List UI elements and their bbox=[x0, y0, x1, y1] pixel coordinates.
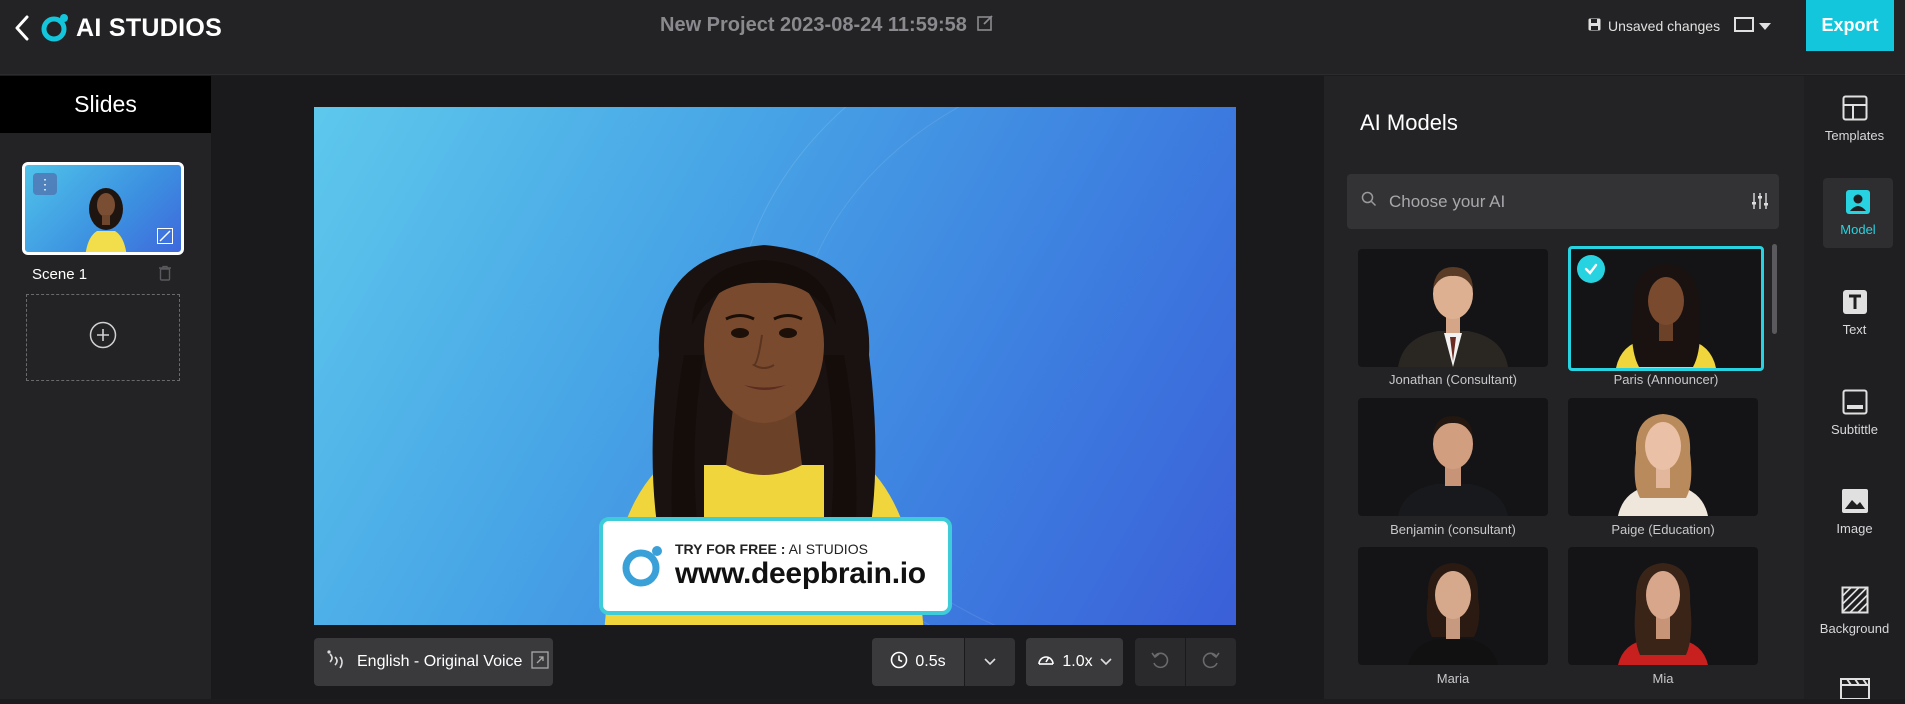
model-thumbnail bbox=[1618, 563, 1708, 665]
model-thumbnail bbox=[1618, 414, 1708, 516]
clock-icon bbox=[890, 651, 908, 674]
checkmark-icon bbox=[1577, 255, 1605, 283]
scene-label: Scene 1 bbox=[32, 266, 88, 283]
text-icon bbox=[1842, 289, 1868, 318]
rail-label: Image bbox=[1836, 521, 1873, 536]
rail-model[interactable]: Model bbox=[1823, 178, 1893, 248]
model-thumbnail bbox=[1398, 267, 1508, 367]
ai-models-panel: AI Models Jonathan (Consultant) bbox=[1324, 76, 1804, 699]
save-icon bbox=[1588, 18, 1601, 34]
canvas-area: TRY FOR FREE : AI STUDIOS www.deepbrain.… bbox=[211, 76, 1324, 699]
rail-templates[interactable]: Templates bbox=[1804, 84, 1905, 154]
app-logo[interactable]: AI STUDIOS bbox=[40, 11, 222, 45]
pause-duration-button[interactable]: 0.5s bbox=[872, 638, 964, 686]
plus-circle-icon bbox=[89, 321, 117, 354]
logo-mark-icon bbox=[40, 13, 70, 43]
undo-icon bbox=[1150, 650, 1170, 675]
export-button[interactable]: Export bbox=[1806, 0, 1894, 51]
external-link-icon bbox=[531, 650, 550, 674]
subtitle-icon bbox=[1842, 389, 1868, 418]
rail-label: Templates bbox=[1824, 128, 1885, 143]
model-card-selected[interactable] bbox=[1568, 246, 1764, 371]
pause-label: 0.5s bbox=[915, 653, 946, 670]
model-card[interactable] bbox=[1568, 398, 1758, 516]
rail-label: Background bbox=[1819, 621, 1890, 636]
project-title-text: New Project 2023-08-24 11:59:58 bbox=[660, 14, 967, 36]
model-thumbnail bbox=[1398, 416, 1508, 516]
screen-ratio-icon bbox=[1734, 17, 1754, 37]
redo-icon bbox=[1201, 650, 1221, 675]
promo-banner[interactable]: TRY FOR FREE : AI STUDIOS www.deepbrain.… bbox=[599, 517, 952, 615]
redo-button[interactable] bbox=[1186, 638, 1236, 686]
undo-button[interactable] bbox=[1135, 638, 1185, 686]
chevron-down-icon bbox=[984, 653, 996, 671]
edit-title-icon[interactable] bbox=[977, 14, 994, 37]
rail-text[interactable]: Text bbox=[1804, 278, 1905, 348]
speed-select-button[interactable]: 1.0x bbox=[1026, 638, 1123, 686]
model-name: Jonathan (Consultant) bbox=[1389, 372, 1517, 387]
chevron-down-icon bbox=[1100, 653, 1112, 671]
panel-title: AI Models bbox=[1360, 110, 1458, 135]
rail-label: Model bbox=[1840, 222, 1876, 237]
search-input[interactable] bbox=[1389, 191, 1719, 212]
model-card[interactable] bbox=[1358, 398, 1548, 516]
rail-subtitle[interactable]: Subtittle bbox=[1804, 378, 1905, 448]
model-card[interactable] bbox=[1358, 547, 1548, 665]
back-arrow-icon[interactable] bbox=[8, 14, 36, 42]
model-card[interactable] bbox=[1358, 249, 1548, 367]
model-name: Benjamin (consultant) bbox=[1390, 522, 1516, 537]
chevron-down-icon bbox=[1759, 18, 1771, 36]
top-bar: AI STUDIOS New Project 2023-08-24 11:59:… bbox=[0, 0, 1905, 75]
banner-brand-label: AI STUDIOS bbox=[788, 541, 868, 557]
image-icon bbox=[1841, 488, 1869, 517]
rail-image[interactable]: Image bbox=[1804, 477, 1905, 547]
tool-rail: Templates Model Text Subtittle Image Bac… bbox=[1804, 76, 1905, 700]
add-slide-button[interactable] bbox=[26, 294, 180, 381]
model-icon bbox=[1845, 189, 1871, 218]
background-icon bbox=[1841, 586, 1869, 617]
banner-url: www.deepbrain.io bbox=[675, 557, 926, 590]
model-thumbnail bbox=[1408, 563, 1498, 665]
save-status[interactable]: Unsaved changes bbox=[1588, 18, 1720, 34]
templates-icon bbox=[1842, 95, 1868, 124]
project-title[interactable]: New Project 2023-08-24 11:59:58 bbox=[660, 14, 994, 37]
slide-edit-icon[interactable] bbox=[157, 228, 173, 244]
pause-dropdown[interactable] bbox=[965, 638, 1015, 686]
banner-logo-icon bbox=[621, 544, 665, 588]
slide-thumbnail[interactable]: ⋮ bbox=[22, 162, 184, 255]
speedometer-icon bbox=[1037, 651, 1055, 674]
model-name: Paris (Announcer) bbox=[1613, 372, 1719, 387]
trash-icon[interactable] bbox=[158, 265, 174, 283]
voice-label: English - Original Voice bbox=[357, 653, 523, 670]
search-icon bbox=[1361, 191, 1377, 212]
slide-menu-icon[interactable]: ⋮ bbox=[33, 173, 57, 195]
view-toggle[interactable] bbox=[1734, 17, 1771, 37]
banner-try-label: TRY FOR FREE : bbox=[675, 541, 786, 557]
model-search[interactable] bbox=[1347, 174, 1779, 229]
rail-label: Text bbox=[1842, 322, 1867, 337]
model-name: Paige (Education) bbox=[1611, 522, 1715, 537]
logo-text: AI STUDIOS bbox=[76, 13, 223, 42]
rail-label: Subtittle bbox=[1831, 422, 1878, 437]
voice-icon bbox=[326, 649, 348, 676]
model-card[interactable] bbox=[1568, 547, 1758, 665]
rail-background[interactable]: Background bbox=[1804, 576, 1905, 646]
model-name: Maria bbox=[1436, 671, 1470, 686]
voice-select-button[interactable]: English - Original Voice bbox=[314, 638, 553, 686]
slides-title: Slides bbox=[0, 76, 211, 133]
speed-label: 1.0x bbox=[1062, 653, 1093, 670]
filter-icon[interactable] bbox=[1751, 192, 1769, 215]
scrollbar[interactable] bbox=[1772, 244, 1777, 334]
model-name: Mia bbox=[1652, 671, 1674, 686]
clapperboard-icon[interactable] bbox=[1840, 678, 1870, 704]
slides-panel: Slides ⋮ Scene 1 bbox=[0, 76, 211, 699]
unsaved-label: Unsaved changes bbox=[1608, 18, 1721, 34]
scene-canvas[interactable]: TRY FOR FREE : AI STUDIOS www.deepbrain.… bbox=[314, 107, 1236, 625]
